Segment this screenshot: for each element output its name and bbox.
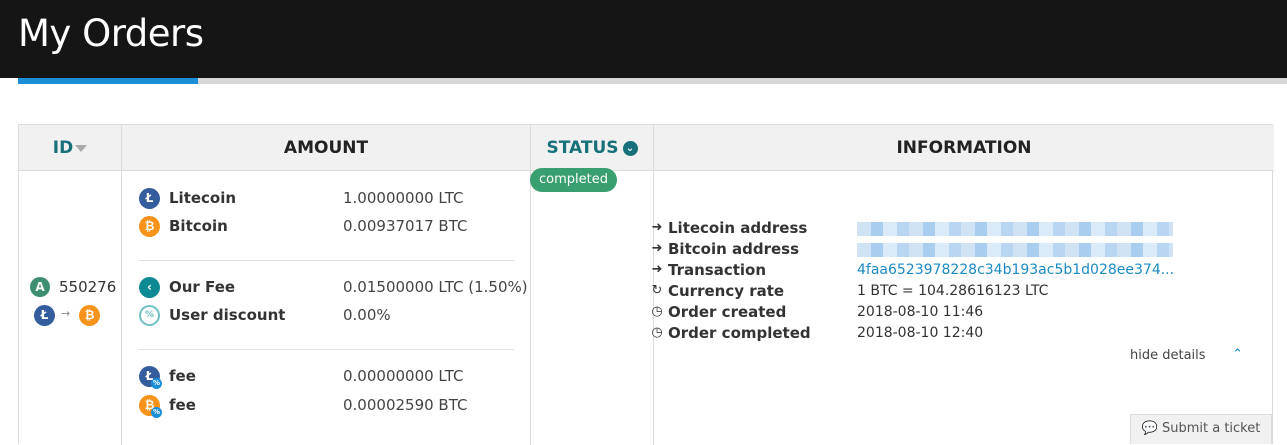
redacted-bitcoin-address [857,243,1173,257]
info-value: 2018-08-10 11:46 [857,304,984,320]
litecoin-icon: Ł [139,188,160,209]
info-row-currency-rate: ↻ Currency rate 1 BTC = 104.28616123 LTC [650,282,1250,303]
header-bar: My Orders [0,0,1287,78]
header-divider [198,78,1287,84]
info-label: Litecoin address [668,219,808,237]
info-value: 2018-08-10 12:40 [857,325,984,341]
clock-icon: ◷ [651,325,663,340]
redacted-litecoin-address [857,222,1173,236]
info-label: Currency rate [668,282,785,300]
percent-icon: % [151,407,162,418]
network-fee-value: 0.00000000 LTC [343,367,464,385]
table-header: ID AMOUNT STATUS ⌄ INFORMATION [19,125,1274,171]
network-fee-label: fee [169,396,196,414]
order-id[interactable]: 550276 [59,278,116,296]
divider [139,260,514,261]
sign-in-icon: ➜ [651,220,663,235]
chat-icon: 💬 [1141,421,1158,436]
fee-label: User discount [169,306,286,324]
discount-icon: % [139,305,160,326]
status-header-label: STATUS [546,138,619,158]
transaction-link[interactable]: 4faa6523978228c34b193ac5b1d028ee374... [857,262,1174,278]
amount-row-litecoin: Ł Litecoin 1.00000000 LTC [122,187,530,211]
chevron-up-icon[interactable]: ⌃ [1232,347,1243,362]
status-column-header[interactable]: STATUS ⌄ [531,125,653,171]
amount-row-bitcoin: ₿ Bitcoin 0.00937017 BTC [122,215,530,239]
network-fee-value: 0.00002590 BTC [343,396,468,414]
info-row-order-created: ◷ Order created 2018-08-10 11:46 [650,303,1250,324]
info-row-order-completed: ◷ Order completed 2018-08-10 12:40 [650,324,1250,345]
arrow-right-icon: → [61,307,71,320]
info-label: Order completed [668,324,811,342]
information-column-header: INFORMATION [896,138,1032,158]
litecoin-fee-icon: Ł% [139,366,162,389]
id-column-header[interactable]: ID [19,125,121,171]
order-type-badge: A [30,277,50,297]
bitcoin-icon: ₿ [139,216,160,237]
amount-label: Litecoin [169,189,237,207]
amount-column-header: AMOUNT [283,138,369,158]
fee-row-our-fee: ‹ Our Fee 0.01500000 LTC (1.50%) [122,276,530,300]
chevron-down-circle-icon[interactable]: ⌄ [622,140,638,156]
fee-label: Our Fee [169,278,236,296]
id-header-label: ID [52,138,74,158]
hide-details-link[interactable]: hide details [1130,348,1206,363]
submit-ticket-button[interactable]: 💬 Submit a ticket [1130,414,1272,444]
amount-cell: Ł Litecoin 1.00000000 LTC ₿ Bitcoin 0.00… [122,171,530,445]
divider [139,349,514,350]
bitcoin-fee-icon: ₿% [139,395,162,418]
active-tab-indicator [18,78,198,84]
status-badge: completed [530,168,617,192]
info-row-bitcoin-address: ➜ Bitcoin address [650,240,1250,261]
sign-out-icon: ➜ [651,241,663,256]
fee-value: 0.00% [343,306,391,324]
page-title: My Orders [18,12,204,55]
network-fee-row-litecoin: Ł% fee 0.00000000 LTC [122,365,530,389]
submit-ticket-label: Submit a ticket [1161,421,1261,436]
network-fee-label: fee [169,367,196,385]
litecoin-icon: Ł [34,305,55,326]
amount-value: 1.00000000 LTC [343,189,464,207]
info-value: 1 BTC = 104.28616123 LTC [857,283,1049,299]
info-label: Order created [668,303,787,321]
amount-value: 0.00937017 BTC [343,217,468,235]
fee-value: 0.01500000 LTC (1.50%) [343,278,528,296]
fee-row-user-discount: % User discount 0.00% [122,304,530,328]
clock-icon: ◷ [651,304,663,319]
sign-out-icon: ➜ [651,262,663,277]
refresh-icon: ↻ [651,283,663,298]
fee-icon: ‹ [139,277,160,298]
bitcoin-icon: ₿ [79,305,100,326]
info-label: Transaction [668,261,767,279]
info-label: Bitcoin address [668,240,800,258]
percent-icon: % [151,378,162,389]
info-row-transaction: ➜ Transaction 4faa6523978228c34b193ac5b1… [650,261,1250,282]
sort-desc-icon [75,144,88,152]
amount-label: Bitcoin [169,217,228,235]
info-row-litecoin-address: ➜ Litecoin address [650,219,1250,240]
network-fee-row-bitcoin: ₿% fee 0.00002590 BTC [122,394,530,418]
currency-pair: Ł → ₿ [34,305,114,327]
